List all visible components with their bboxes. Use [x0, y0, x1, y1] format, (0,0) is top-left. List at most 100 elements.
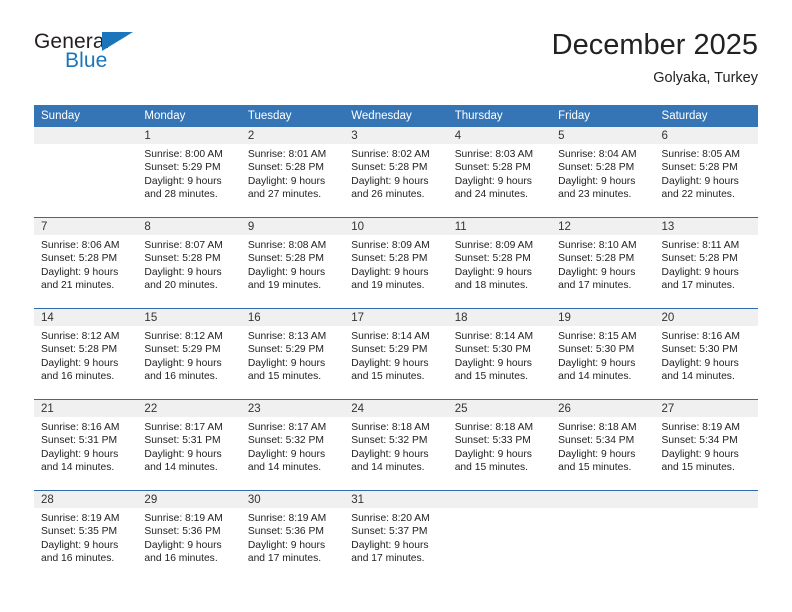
- calendar-day-cell[interactable]: 1 Sunrise: 8:00 AM Sunset: 5:29 PM Daylight…: [137, 127, 241, 218]
- day-cell-details: Sunrise: 8:19 AM Sunset: 5:35 PM Daylight:…: [34, 508, 137, 565]
- day-detail-line: Sunset: 5:28 PM: [351, 253, 428, 265]
- day-cell-inner: 30 Sunrise: 8:19 AM Sunset: 5:36 PM Dayligh…: [240, 491, 345, 581]
- calendar-day-cell[interactable]: 4 Sunrise: 8:03 AM Sunset: 5:28 PM Daylight…: [447, 127, 552, 218]
- day-detail-line: Sunset: 5:29 PM: [144, 162, 221, 174]
- calendar-day-cell[interactable]: 15 Sunrise: 8:12 AM Sunset: 5:29 PM Dayligh…: [137, 308, 241, 400]
- day-cell-details: Sunrise: 8:17 AM Sunset: 5:31 PM Daylight:…: [137, 417, 240, 474]
- day-number: 2: [240, 127, 345, 144]
- calendar-day-cell[interactable]: 22 Sunrise: 8:17 AM Sunset: 5:31 PM Dayligh…: [137, 399, 241, 491]
- day-number: 23: [240, 400, 345, 417]
- calendar-day-cell[interactable]: 3 Sunrise: 8:02 AM Sunset: 5:28 PM Daylight…: [344, 127, 448, 218]
- day-detail-line: and 21 minutes.: [41, 279, 115, 291]
- calendar-day-cell[interactable]: 10 Sunrise: 8:09 AM Sunset: 5:28 PM Dayligh…: [344, 217, 448, 309]
- calendar-page: General Blue December 2025 Golyaka, Turk…: [0, 0, 792, 612]
- calendar-week-row: 21 Sunrise: 8:16 AM Sunset: 5:31 PM Dayligh…: [34, 399, 758, 491]
- calendar-day-cell[interactable]: 2 Sunrise: 8:01 AM Sunset: 5:28 PM Daylight…: [240, 127, 345, 218]
- day-cell-inner: 4 Sunrise: 8:03 AM Sunset: 5:28 PM Daylight…: [447, 127, 552, 217]
- day-cell-inner: 6 Sunrise: 8:05 AM Sunset: 5:28 PM Daylight…: [654, 127, 758, 217]
- calendar-week-row: 28 Sunrise: 8:19 AM Sunset: 5:35 PM Dayligh…: [34, 490, 758, 581]
- day-detail-line: and 27 minutes.: [247, 188, 322, 200]
- calendar-day-cell[interactable]: 29 Sunrise: 8:19 AM Sunset: 5:36 PM Dayligh…: [137, 490, 241, 581]
- day-detail-line: Sunset: 5:35 PM: [41, 526, 118, 538]
- calendar-day-cell[interactable]: 18 Sunrise: 8:14 AM Sunset: 5:30 PM Dayligh…: [447, 308, 552, 400]
- calendar-day-cell[interactable]: 19 Sunrise: 8:15 AM Sunset: 5:30 PM Dayligh…: [551, 308, 655, 400]
- day-detail-line: Daylight: 9 hours: [144, 448, 222, 460]
- general-blue-logo[interactable]: General Blue: [34, 30, 214, 86]
- calendar-day-cell[interactable]: 7 Sunrise: 8:06 AM Sunset: 5:28 PM Daylight…: [34, 217, 138, 309]
- calendar-day-cell[interactable]: 20 Sunrise: 8:16 AM Sunset: 5:30 PM Dayligh…: [654, 308, 758, 400]
- day-detail-line: and 19 minutes.: [247, 279, 322, 291]
- calendar-day-cell[interactable]: 23 Sunrise: 8:17 AM Sunset: 5:32 PM Dayligh…: [240, 399, 345, 491]
- day-number: 20: [654, 309, 758, 326]
- day-detail-line: Daylight: 9 hours: [41, 539, 119, 551]
- day-detail-line: Sunset: 5:28 PM: [41, 344, 118, 356]
- calendar-day-cell[interactable]: 21 Sunrise: 8:16 AM Sunset: 5:31 PM Dayligh…: [34, 399, 138, 491]
- day-detail-line: Sunset: 5:30 PM: [661, 344, 738, 356]
- day-detail-line: Sunrise: 8:03 AM: [454, 149, 534, 160]
- day-detail-line: Daylight: 9 hours: [247, 357, 326, 369]
- day-detail-line: Sunset: 5:28 PM: [247, 162, 324, 174]
- day-detail-line: Daylight: 9 hours: [454, 448, 532, 460]
- day-detail-line: Sunrise: 8:14 AM: [454, 331, 534, 342]
- day-cell-inner: 10 Sunrise: 8:09 AM Sunset: 5:28 PM Dayligh…: [344, 218, 448, 308]
- calendar-day-cell[interactable]: 12 Sunrise: 8:10 AM Sunset: 5:28 PM Dayligh…: [551, 217, 655, 309]
- day-cell-details: Sunrise: 8:15 AM Sunset: 5:30 PM Daylight:…: [551, 326, 654, 383]
- calendar-day-cell[interactable]: 11 Sunrise: 8:09 AM Sunset: 5:28 PM Dayligh…: [447, 217, 552, 309]
- calendar-day-cell[interactable]: 27 Sunrise: 8:19 AM Sunset: 5:34 PM Dayligh…: [654, 399, 758, 491]
- day-number: 13: [654, 218, 758, 235]
- day-cell-details: Sunrise: 8:18 AM Sunset: 5:34 PM Daylight:…: [551, 417, 654, 474]
- day-detail-line: Daylight: 9 hours: [661, 266, 739, 278]
- day-detail-line: Daylight: 9 hours: [454, 357, 532, 369]
- calendar-day-cell[interactable]: 30 Sunrise: 8:19 AM Sunset: 5:36 PM Dayligh…: [240, 490, 345, 581]
- day-detail-line: Daylight: 9 hours: [351, 175, 429, 187]
- calendar-grid: Sunday Monday Tuesday Wednesday Thursday Frid…: [34, 105, 758, 581]
- day-cell-inner: 9 Sunrise: 8:08 AM Sunset: 5:28 PM Daylight…: [240, 218, 345, 308]
- day-cell-inner: 8 Sunrise: 8:07 AM Sunset: 5:28 PM Daylight…: [137, 218, 241, 308]
- day-number: 29: [137, 491, 241, 508]
- day-detail-line: Sunrise: 8:20 AM: [351, 513, 430, 524]
- calendar-day-cell-empty: [447, 490, 552, 581]
- day-number: [551, 491, 655, 508]
- day-number: 6: [654, 127, 758, 144]
- weekday-header-monday: Monday: [137, 105, 241, 127]
- calendar-day-cell[interactable]: 25 Sunrise: 8:18 AM Sunset: 5:33 PM Dayligh…: [447, 399, 552, 491]
- day-detail-line: and 16 minutes.: [144, 552, 218, 564]
- calendar-day-cell[interactable]: 26 Sunrise: 8:18 AM Sunset: 5:34 PM Dayligh…: [551, 399, 655, 491]
- day-number: 14: [34, 309, 138, 326]
- day-detail-line: Sunrise: 8:07 AM: [144, 240, 223, 251]
- day-cell-details: Sunrise: 8:08 AM Sunset: 5:28 PM Daylight:…: [241, 235, 344, 292]
- calendar-day-cell[interactable]: 16 Sunrise: 8:13 AM Sunset: 5:29 PM Dayligh…: [240, 308, 345, 400]
- day-detail-line: Daylight: 9 hours: [144, 175, 222, 187]
- calendar-day-cell[interactable]: 6 Sunrise: 8:05 AM Sunset: 5:28 PM Daylight…: [654, 127, 758, 218]
- weekday-header-wednesday: Wednesday: [344, 105, 448, 127]
- calendar-day-cell[interactable]: 28 Sunrise: 8:19 AM Sunset: 5:35 PM Dayligh…: [34, 490, 138, 581]
- calendar-day-cell[interactable]: 9 Sunrise: 8:08 AM Sunset: 5:28 PM Daylight…: [240, 217, 345, 309]
- day-detail-line: Sunset: 5:34 PM: [558, 435, 635, 447]
- day-cell-details: Sunrise: 8:00 AM Sunset: 5:29 PM Daylight:…: [137, 144, 240, 201]
- day-number: 8: [137, 218, 241, 235]
- day-cell-details: Sunrise: 8:19 AM Sunset: 5:34 PM Daylight:…: [655, 417, 758, 474]
- page-header: General Blue December 2025 Golyaka, Turk…: [34, 28, 758, 102]
- day-detail-line: Daylight: 9 hours: [247, 266, 326, 278]
- day-number: 12: [551, 218, 655, 235]
- calendar-day-cell[interactable]: 14 Sunrise: 8:12 AM Sunset: 5:28 PM Dayligh…: [34, 308, 138, 400]
- day-cell-details: Sunrise: 8:10 AM Sunset: 5:28 PM Daylight:…: [551, 235, 654, 292]
- day-cell-details: Sunrise: 8:17 AM Sunset: 5:32 PM Daylight:…: [241, 417, 344, 474]
- day-detail-line: Sunset: 5:28 PM: [661, 162, 738, 174]
- calendar-day-cell-empty: [551, 490, 655, 581]
- day-detail-line: Daylight: 9 hours: [41, 266, 119, 278]
- day-cell-details: Sunrise: 8:02 AM Sunset: 5:28 PM Daylight:…: [344, 144, 447, 201]
- calendar-day-cell[interactable]: 24 Sunrise: 8:18 AM Sunset: 5:32 PM Dayligh…: [344, 399, 448, 491]
- calendar-day-cell[interactable]: 8 Sunrise: 8:07 AM Sunset: 5:28 PM Daylight…: [137, 217, 241, 309]
- day-detail-line: Sunrise: 8:19 AM: [41, 513, 120, 524]
- day-detail-line: Sunrise: 8:02 AM: [351, 149, 430, 160]
- calendar-day-cell[interactable]: 13 Sunrise: 8:11 AM Sunset: 5:28 PM Dayligh…: [654, 217, 758, 309]
- title-block: December 2025 Golyaka, Turkey: [552, 28, 758, 88]
- calendar-day-cell[interactable]: 17 Sunrise: 8:14 AM Sunset: 5:29 PM Dayligh…: [344, 308, 448, 400]
- calendar-day-cell[interactable]: 31 Sunrise: 8:20 AM Sunset: 5:37 PM Dayligh…: [344, 490, 448, 581]
- day-detail-line: and 14 minutes.: [144, 461, 218, 473]
- day-cell-details: Sunrise: 8:20 AM Sunset: 5:37 PM Daylight:…: [344, 508, 447, 565]
- calendar-day-cell[interactable]: 5 Sunrise: 8:04 AM Sunset: 5:28 PM Daylight…: [551, 127, 655, 218]
- day-detail-line: Daylight: 9 hours: [144, 539, 222, 551]
- calendar-week-row: 14 Sunrise: 8:12 AM Sunset: 5:28 PM Dayligh…: [34, 308, 758, 400]
